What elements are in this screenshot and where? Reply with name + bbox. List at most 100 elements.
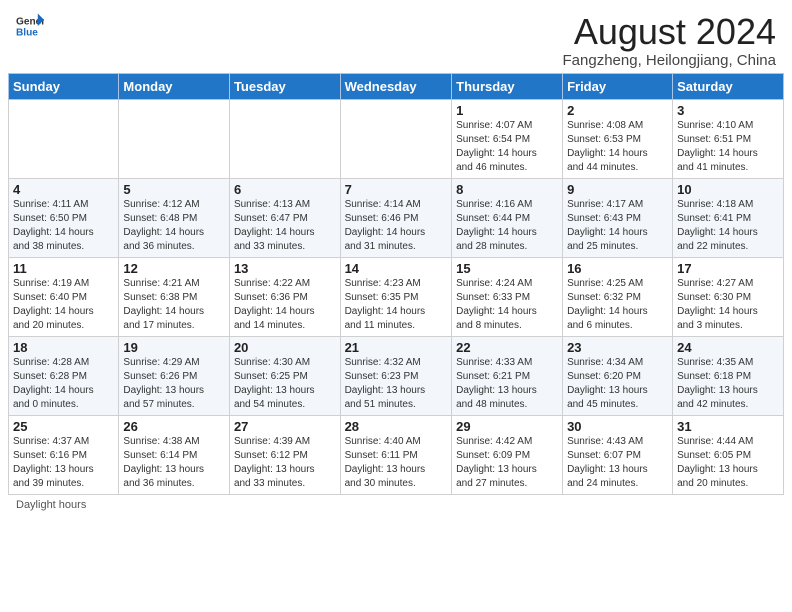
day-number: 18 xyxy=(13,340,114,355)
day-info: Sunrise: 4:37 AM Sunset: 6:16 PM Dayligh… xyxy=(13,435,114,491)
header-tuesday: Tuesday xyxy=(229,73,340,99)
calendar-cell: 31Sunrise: 4:44 AM Sunset: 6:05 PM Dayli… xyxy=(673,415,784,494)
day-info: Sunrise: 4:19 AM Sunset: 6:40 PM Dayligh… xyxy=(13,277,114,333)
day-number: 22 xyxy=(456,340,558,355)
day-info: Sunrise: 4:11 AM Sunset: 6:50 PM Dayligh… xyxy=(13,198,114,254)
day-info: Sunrise: 4:33 AM Sunset: 6:21 PM Dayligh… xyxy=(456,356,558,412)
location-subtitle: Fangzheng, Heilongjiang, China xyxy=(563,52,776,69)
day-info: Sunrise: 4:16 AM Sunset: 6:44 PM Dayligh… xyxy=(456,198,558,254)
day-number: 10 xyxy=(677,182,779,197)
day-number: 12 xyxy=(123,261,225,276)
day-number: 24 xyxy=(677,340,779,355)
header-thursday: Thursday xyxy=(452,73,563,99)
day-number: 1 xyxy=(456,103,558,118)
week-row-2: 4Sunrise: 4:11 AM Sunset: 6:50 PM Daylig… xyxy=(9,178,784,257)
header-wednesday: Wednesday xyxy=(340,73,452,99)
header-saturday: Saturday xyxy=(673,73,784,99)
header: General Blue August 2024 Fangzheng, Heil… xyxy=(0,0,792,73)
day-number: 29 xyxy=(456,419,558,434)
day-info: Sunrise: 4:40 AM Sunset: 6:11 PM Dayligh… xyxy=(345,435,448,491)
day-info: Sunrise: 4:12 AM Sunset: 6:48 PM Dayligh… xyxy=(123,198,225,254)
day-number: 2 xyxy=(567,103,668,118)
calendar-cell: 7Sunrise: 4:14 AM Sunset: 6:46 PM Daylig… xyxy=(340,178,452,257)
day-number: 4 xyxy=(13,182,114,197)
calendar-cell: 10Sunrise: 4:18 AM Sunset: 6:41 PM Dayli… xyxy=(673,178,784,257)
day-info: Sunrise: 4:22 AM Sunset: 6:36 PM Dayligh… xyxy=(234,277,336,333)
calendar-cell: 26Sunrise: 4:38 AM Sunset: 6:14 PM Dayli… xyxy=(119,415,230,494)
week-row-4: 18Sunrise: 4:28 AM Sunset: 6:28 PM Dayli… xyxy=(9,336,784,415)
daylight-label: Daylight hours xyxy=(16,499,86,511)
day-number: 3 xyxy=(677,103,779,118)
day-number: 11 xyxy=(13,261,114,276)
calendar-cell: 21Sunrise: 4:32 AM Sunset: 6:23 PM Dayli… xyxy=(340,336,452,415)
calendar-cell: 13Sunrise: 4:22 AM Sunset: 6:36 PM Dayli… xyxy=(229,257,340,336)
day-number: 20 xyxy=(234,340,336,355)
calendar-cell: 24Sunrise: 4:35 AM Sunset: 6:18 PM Dayli… xyxy=(673,336,784,415)
day-number: 31 xyxy=(677,419,779,434)
calendar-cell: 3Sunrise: 4:10 AM Sunset: 6:51 PM Daylig… xyxy=(673,99,784,178)
header-sunday: Sunday xyxy=(9,73,119,99)
day-info: Sunrise: 4:34 AM Sunset: 6:20 PM Dayligh… xyxy=(567,356,668,412)
day-info: Sunrise: 4:18 AM Sunset: 6:41 PM Dayligh… xyxy=(677,198,779,254)
day-number: 5 xyxy=(123,182,225,197)
day-info: Sunrise: 4:44 AM Sunset: 6:05 PM Dayligh… xyxy=(677,435,779,491)
week-row-5: 25Sunrise: 4:37 AM Sunset: 6:16 PM Dayli… xyxy=(9,415,784,494)
calendar-cell: 15Sunrise: 4:24 AM Sunset: 6:33 PM Dayli… xyxy=(452,257,563,336)
day-info: Sunrise: 4:17 AM Sunset: 6:43 PM Dayligh… xyxy=(567,198,668,254)
calendar-cell xyxy=(9,99,119,178)
day-info: Sunrise: 4:42 AM Sunset: 6:09 PM Dayligh… xyxy=(456,435,558,491)
day-info: Sunrise: 4:29 AM Sunset: 6:26 PM Dayligh… xyxy=(123,356,225,412)
calendar-cell: 20Sunrise: 4:30 AM Sunset: 6:25 PM Dayli… xyxy=(229,336,340,415)
calendar-cell: 4Sunrise: 4:11 AM Sunset: 6:50 PM Daylig… xyxy=(9,178,119,257)
day-info: Sunrise: 4:23 AM Sunset: 6:35 PM Dayligh… xyxy=(345,277,448,333)
calendar-cell: 14Sunrise: 4:23 AM Sunset: 6:35 PM Dayli… xyxy=(340,257,452,336)
calendar-cell: 11Sunrise: 4:19 AM Sunset: 6:40 PM Dayli… xyxy=(9,257,119,336)
day-info: Sunrise: 4:14 AM Sunset: 6:46 PM Dayligh… xyxy=(345,198,448,254)
day-number: 28 xyxy=(345,419,448,434)
day-number: 13 xyxy=(234,261,336,276)
calendar-cell: 16Sunrise: 4:25 AM Sunset: 6:32 PM Dayli… xyxy=(563,257,673,336)
day-number: 19 xyxy=(123,340,225,355)
svg-text:Blue: Blue xyxy=(16,27,38,38)
calendar-cell xyxy=(229,99,340,178)
day-info: Sunrise: 4:30 AM Sunset: 6:25 PM Dayligh… xyxy=(234,356,336,412)
day-number: 8 xyxy=(456,182,558,197)
footer: Daylight hours xyxy=(0,495,792,515)
day-info: Sunrise: 4:35 AM Sunset: 6:18 PM Dayligh… xyxy=(677,356,779,412)
logo: General Blue xyxy=(16,12,44,40)
calendar-cell: 17Sunrise: 4:27 AM Sunset: 6:30 PM Dayli… xyxy=(673,257,784,336)
day-info: Sunrise: 4:08 AM Sunset: 6:53 PM Dayligh… xyxy=(567,119,668,175)
calendar-cell: 2Sunrise: 4:08 AM Sunset: 6:53 PM Daylig… xyxy=(563,99,673,178)
calendar-cell: 6Sunrise: 4:13 AM Sunset: 6:47 PM Daylig… xyxy=(229,178,340,257)
day-info: Sunrise: 4:38 AM Sunset: 6:14 PM Dayligh… xyxy=(123,435,225,491)
month-title: August 2024 xyxy=(563,12,776,52)
day-number: 25 xyxy=(13,419,114,434)
calendar-cell: 8Sunrise: 4:16 AM Sunset: 6:44 PM Daylig… xyxy=(452,178,563,257)
day-info: Sunrise: 4:39 AM Sunset: 6:12 PM Dayligh… xyxy=(234,435,336,491)
calendar-table: Sunday Monday Tuesday Wednesday Thursday… xyxy=(8,73,784,495)
day-info: Sunrise: 4:21 AM Sunset: 6:38 PM Dayligh… xyxy=(123,277,225,333)
calendar-cell: 30Sunrise: 4:43 AM Sunset: 6:07 PM Dayli… xyxy=(563,415,673,494)
day-number: 21 xyxy=(345,340,448,355)
day-info: Sunrise: 4:07 AM Sunset: 6:54 PM Dayligh… xyxy=(456,119,558,175)
calendar-cell: 9Sunrise: 4:17 AM Sunset: 6:43 PM Daylig… xyxy=(563,178,673,257)
calendar-cell: 28Sunrise: 4:40 AM Sunset: 6:11 PM Dayli… xyxy=(340,415,452,494)
weekday-header-row: Sunday Monday Tuesday Wednesday Thursday… xyxy=(9,73,784,99)
day-info: Sunrise: 4:28 AM Sunset: 6:28 PM Dayligh… xyxy=(13,356,114,412)
title-block: August 2024 Fangzheng, Heilongjiang, Chi… xyxy=(563,12,776,69)
calendar-cell: 27Sunrise: 4:39 AM Sunset: 6:12 PM Dayli… xyxy=(229,415,340,494)
day-number: 16 xyxy=(567,261,668,276)
header-monday: Monday xyxy=(119,73,230,99)
day-info: Sunrise: 4:25 AM Sunset: 6:32 PM Dayligh… xyxy=(567,277,668,333)
calendar-wrapper: Sunday Monday Tuesday Wednesday Thursday… xyxy=(0,73,792,495)
calendar-cell: 5Sunrise: 4:12 AM Sunset: 6:48 PM Daylig… xyxy=(119,178,230,257)
day-number: 23 xyxy=(567,340,668,355)
calendar-cell: 19Sunrise: 4:29 AM Sunset: 6:26 PM Dayli… xyxy=(119,336,230,415)
calendar-cell: 12Sunrise: 4:21 AM Sunset: 6:38 PM Dayli… xyxy=(119,257,230,336)
day-number: 17 xyxy=(677,261,779,276)
calendar-cell: 25Sunrise: 4:37 AM Sunset: 6:16 PM Dayli… xyxy=(9,415,119,494)
day-number: 14 xyxy=(345,261,448,276)
day-number: 27 xyxy=(234,419,336,434)
day-number: 6 xyxy=(234,182,336,197)
header-friday: Friday xyxy=(563,73,673,99)
